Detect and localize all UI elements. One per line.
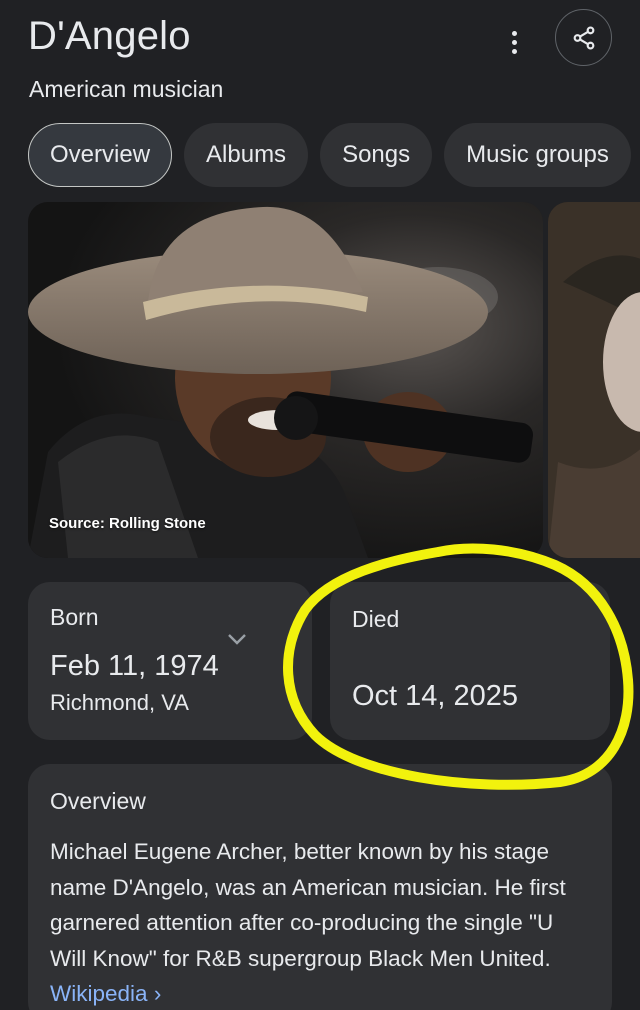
share-button[interactable] bbox=[555, 9, 612, 66]
tab-bar: Overview Albums Songs Music groups bbox=[28, 123, 631, 187]
born-date: Feb 11, 1974 bbox=[50, 650, 219, 682]
wikipedia-link-label: Wikipedia bbox=[50, 981, 148, 1006]
tab-albums[interactable]: Albums bbox=[184, 123, 309, 187]
chevron-right-icon: › bbox=[153, 981, 162, 1006]
wikipedia-link[interactable]: Wikipedia › bbox=[50, 981, 161, 1006]
overview-text: Michael Eugene Archer, better known by h… bbox=[50, 839, 566, 971]
tab-music-groups[interactable]: Music groups bbox=[444, 123, 631, 187]
photo-illustration-2 bbox=[548, 202, 640, 558]
overview-heading: Overview bbox=[50, 788, 146, 814]
born-label: Born bbox=[50, 604, 99, 630]
share-icon bbox=[573, 26, 594, 49]
more-vert-icon[interactable] bbox=[500, 22, 528, 62]
image-source-caption: Source: Rolling Stone bbox=[49, 515, 206, 532]
overview-card: Overview Michael Eugene Archer, better k… bbox=[28, 764, 612, 1010]
page-title: D'Angelo bbox=[28, 14, 191, 58]
photo-illustration bbox=[28, 202, 543, 558]
knowledge-panel: D'Angelo American musician Overview Albu… bbox=[0, 0, 640, 1010]
secondary-photo[interactable] bbox=[548, 202, 640, 558]
born-place: Richmond, VA bbox=[50, 690, 189, 715]
overview-description: Michael Eugene Archer, better known by h… bbox=[50, 834, 595, 1010]
tab-songs[interactable]: Songs bbox=[320, 123, 433, 187]
tab-overview[interactable]: Overview bbox=[28, 123, 173, 187]
chevron-down-icon[interactable] bbox=[226, 632, 248, 646]
main-photo[interactable]: Source: Rolling Stone bbox=[28, 202, 543, 558]
highlight-circle-annotation bbox=[283, 543, 634, 790]
entity-description: American musician bbox=[29, 76, 224, 102]
